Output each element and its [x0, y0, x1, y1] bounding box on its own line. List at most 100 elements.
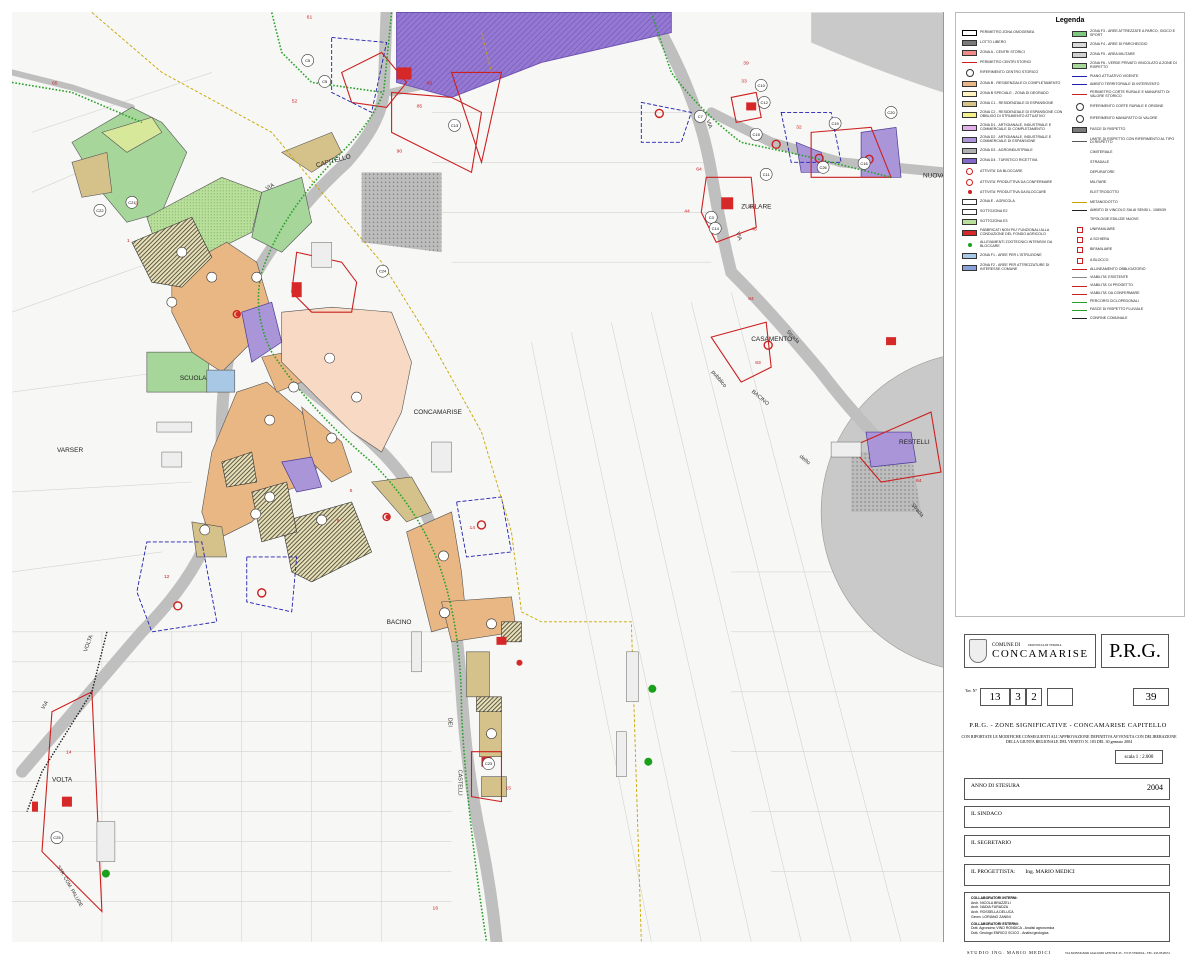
legend-item: ZONA F1 - AREE PER L'ISTRUZIONE: [962, 253, 1068, 260]
legend-item: ATTIVITA' PRODUTTIVA DA BLOCCARE: [962, 190, 1068, 195]
legend-col1-swatch-15: [967, 190, 972, 195]
legend-item: ZONA D3 - AGROINDUSTRIALE: [962, 147, 1068, 154]
zone-number: 1: [127, 238, 130, 244]
legend-item-label: ZONA C2 - RESIDENZIALE DI ESPANSIONE CON…: [980, 110, 1063, 119]
legend-item-label: ZONA C1 - RESIDENZIALE DI ESPANSIONE: [980, 101, 1054, 106]
zone-number: 80: [427, 80, 433, 86]
progettista-value: Ing. MARIO MEDICI: [1025, 869, 1075, 875]
sindaco-label: IL SINDACO: [971, 811, 1002, 817]
legend-item: RIFERIMENTO MANUFATTO DI VALORE: [1072, 115, 1178, 124]
c-marker-label: C5: [305, 58, 311, 63]
legend-item: ZONA B SPECIALE - ZONA DI DEGRADO: [962, 91, 1068, 98]
legend-item: SOTTOZONA E3: [962, 219, 1068, 226]
legend-item-label: ZONA F1 - AREE PER L'ISTRUZIONE: [980, 253, 1042, 258]
tav-sub-b: 2: [1026, 688, 1042, 706]
legend-item: DEPURATORE: [1072, 170, 1178, 176]
place-label: CASAMENTO: [751, 336, 792, 343]
zone-number: 65: [52, 80, 58, 86]
legend-item-label: METANODOTTO: [1090, 199, 1118, 204]
legend-item-label: PIANO ATTUATIVO VIGENTE: [1090, 73, 1139, 78]
legend-item-label: RIFERIMENTO CORTE RURALE E ORIGINE: [1090, 103, 1164, 108]
legend-col1-swatch-17: [962, 208, 977, 215]
legend-item: PERIMETRO ZONA OMOGENEA: [962, 30, 1068, 36]
legend-col2-swatch-19: [1076, 227, 1083, 233]
legend-item-label: VIABILITA' DA CONFERMARE: [1090, 291, 1140, 296]
legend-item-label: PERIMETRO ZONA OMOGENEA: [980, 30, 1035, 35]
legend-col2-swatch-1: [1072, 42, 1087, 49]
legend-item-label: ATTIVITA' PRODUTTIVA DA CONFERMARE: [980, 179, 1052, 184]
legend-item: ZONA B - RESIDENZIALE DI COMPLETAMENTO: [962, 80, 1068, 87]
zone-number: 64: [696, 166, 702, 172]
zone-number: 85: [417, 103, 423, 109]
anno-field: ANNO DI STESURA 2004: [964, 778, 1170, 800]
legend-item: UNIFAMILIARE: [1072, 227, 1178, 233]
scale-box: scala 1 : 2.000: [1115, 750, 1163, 764]
legend-item-label: LOTTO LIBERO: [980, 40, 1007, 45]
legend-col1-swatch-8: [962, 112, 977, 119]
legend-col2-swatch-21: [1076, 247, 1083, 254]
legend-item-label: RIFERIMENTO CENTRO STORICO: [980, 69, 1039, 74]
green-markers: [101, 684, 657, 878]
legend-item-label: ZONA F5 - AREA MILITARE: [1090, 52, 1135, 57]
title-sidebar: Legenda PERIMETRO ZONA OMOGENEA LOTTO LIB…: [955, 12, 1185, 955]
legend-item: ZONA C1 - RESIDENZIALE DI ESPANSIONE: [962, 101, 1068, 108]
legend-column-2: ZONA F3 - AREE ATTREZZATE A PARCO, GIOCO…: [1072, 29, 1178, 325]
c-marker-label: C3: [709, 215, 715, 220]
legend-item: ELETTRODOTTO: [1072, 190, 1178, 196]
zone-number: 32: [796, 124, 802, 130]
place-label: ZURLARE: [741, 203, 772, 210]
legend-col1-swatch-3: [962, 62, 977, 64]
place-label: BACINO: [387, 619, 412, 626]
legend-item-label: PERIMETRO CORTE RURALE E MANUFATTI DI VA…: [1090, 89, 1170, 98]
legend-item: BIFAMILIARE: [1072, 247, 1178, 254]
map-subtitle: P.R.G. - ZONE SIGNIFICATIVE - CONCAMARIS…: [969, 722, 1167, 729]
place-label: VARSER: [57, 447, 84, 454]
c-marker-label: C5: [322, 79, 328, 84]
legend-col1-swatch-7: [962, 101, 977, 108]
legend-col2-swatch-22: [1076, 257, 1083, 264]
legend-col2-swatch-7: [1075, 102, 1084, 111]
legend-col2-swatch-28: [1072, 309, 1087, 311]
road-label: DEI: [447, 718, 453, 728]
road-label: VIA: [41, 700, 51, 711]
legend-item-label: STRADALE: [1090, 159, 1109, 164]
collaborator-name: Dott. Geologo ENRICO SCICO - Analisi geo…: [971, 931, 1049, 936]
legend-item: ZONA A - CENTRI STORICI: [962, 50, 1068, 57]
legend-col1-swatch-0: [962, 30, 977, 36]
zone-number: 5: [350, 488, 353, 494]
legend-item-label: RIFERIMENTO MANUFATTO DI VALORE: [1090, 116, 1158, 121]
legend-item-label: SOTTOZONA E3: [980, 219, 1008, 224]
legend-col1-swatch-11: [962, 147, 977, 154]
legend-col2-swatch-2: [1072, 52, 1087, 59]
place-label: SCUOLA: [180, 375, 207, 382]
legend-col2-swatch-17: [1072, 210, 1087, 212]
legend-col1-swatch-12: [962, 157, 977, 164]
legend-col1-swatch-18: [962, 219, 977, 226]
legend-item: ZONA F2 - AREE PER ATTREZZATURE DI INTER…: [962, 263, 1068, 272]
legend-item-label: CIMITERIALE: [1090, 149, 1113, 154]
legend-item-label: ALLEVAMENTI ZOOTECNICI INTENSIVI DA BLOC…: [980, 240, 1053, 249]
legend-item: AMBITO TERRITORIALE DI INTERVENTO: [1072, 82, 1178, 87]
legend-col1-swatch-20: [967, 243, 972, 248]
legend-col1-swatch-9: [962, 124, 977, 131]
legend-item: FASCE DI RISPETTO FLUVIALE: [1072, 307, 1178, 312]
legend-item: ZONA D2 - ARTIGIANALE, INDUSTRIALE E COM…: [962, 134, 1068, 144]
legend-col2-swatch-20: [1076, 237, 1083, 244]
legend-col1-swatch-14: [966, 179, 973, 187]
collaborators: COLLABORATORI INTERNI: Arch. NICOLA BRAZ…: [964, 892, 1170, 942]
segretario-label: IL SEGRETARIO: [971, 840, 1012, 846]
legend-item: PERCORSI CICLOPEDONALI: [1072, 299, 1178, 304]
legend-item: ALLINEAMENTO OBBLIGATORIO: [1072, 267, 1178, 272]
legend-item: CONFINE COMUNALE: [1072, 316, 1178, 321]
legend-col2-swatch-5: [1072, 84, 1087, 86]
legend-title: Legenda: [1055, 17, 1085, 24]
tav-sub-a: 3: [1010, 688, 1026, 706]
zone-number: 2: [135, 200, 138, 206]
legend-col2-swatch-16: [1072, 202, 1087, 203]
zone-number: 16: [433, 906, 439, 912]
legend-col1-swatch-5: [962, 80, 977, 87]
c-marker-label: C22: [96, 208, 104, 213]
legend-col1-swatch-10: [962, 136, 977, 143]
legend-item-label: ZONA D2 - ARTIGIANALE, INDUSTRIALE E COM…: [980, 134, 1052, 143]
c-marker-label: C11: [763, 172, 771, 177]
